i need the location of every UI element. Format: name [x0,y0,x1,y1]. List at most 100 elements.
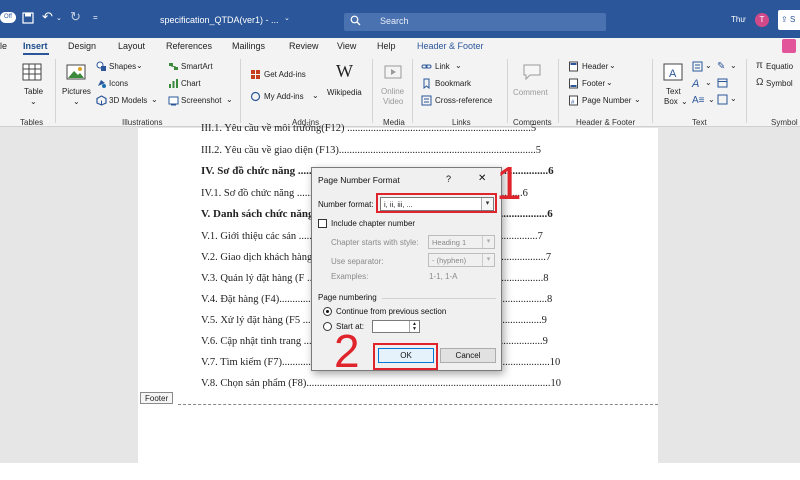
tab-mailings[interactable]: Mailings [232,41,265,51]
quick-parts-dropdown-icon: ⌄ [705,61,712,70]
my-addins-icon [250,91,261,104]
pictures-dropdown-icon: ⌄ [73,97,80,106]
group-divider [240,59,241,123]
svg-text:A: A [669,68,677,80]
comment-button[interactable]: Comment [513,88,548,97]
link-button[interactable]: Link [435,62,450,71]
tab-design[interactable]: Design [68,41,96,51]
customize-toolbar-icon[interactable]: = [93,13,98,22]
ribbon-tabs: le Insert Design Layout References Maili… [0,38,800,55]
object-icon[interactable] [717,94,728,107]
footer-separator [178,404,658,405]
separator-select[interactable]: - (hyphen) ▾ [428,253,495,267]
link-icon [421,61,432,74]
tab-layout[interactable]: Layout [118,41,145,51]
bookmark-button[interactable]: Bookmark [435,79,471,88]
text-box-button[interactable]: Text [666,87,681,96]
text-box-dropdown-icon: ⌄ [681,97,688,106]
table-button-label[interactable]: Table [24,87,43,96]
tab-file[interactable]: le [0,41,7,51]
chart-icon [168,78,179,91]
save-icon[interactable] [22,12,34,27]
page-number-button[interactable]: Page Number [582,96,631,105]
chart-button[interactable]: Chart [181,79,201,88]
3d-models-button[interactable]: 3D Models [109,96,147,105]
help-button[interactable]: ? [446,174,451,184]
examples-label: Examples: [331,272,369,281]
tab-help[interactable]: Help [377,41,396,51]
shapes-button[interactable]: Shapes [109,62,136,71]
include-chapter-label: Include chapter number [331,219,416,228]
drop-cap-icon[interactable]: A≡ [692,95,705,106]
tab-insert[interactable]: Insert [23,41,48,51]
pictures-button[interactable]: Pictures [62,87,91,96]
chapter-style-value: Heading 1 [432,238,467,247]
dialog-title: Page Number Format [318,175,400,185]
signature-line-icon[interactable]: ✎ [717,61,725,72]
separator-value: - (hyphen) [432,256,467,265]
undo-icon[interactable]: ↶ [42,9,53,25]
start-at-radio[interactable] [323,322,332,331]
my-addins-button[interactable]: My Add-ins [264,92,304,101]
redo-icon[interactable]: ↻ [70,9,81,25]
undo-dropdown-icon[interactable]: ⌄ [56,14,62,22]
tab-review[interactable]: Review [289,41,319,51]
share-icon: ⇪ [781,15,790,24]
share-button[interactable]: ⇪ S [778,10,800,30]
autosave-toggle[interactable]: Off [0,12,16,23]
wikipedia-icon[interactable]: W [336,61,353,82]
toc-entry[interactable]: III.1. Yêu cầu về môi trường(F12) ......… [201,123,627,134]
link-dropdown-icon: ⌄ [455,61,462,70]
tab-header-footer[interactable]: Header & Footer [417,41,484,51]
screenshot-button[interactable]: Screenshot [181,96,221,105]
wordart-icon[interactable]: A [692,78,699,90]
equation-icon: π [756,60,763,71]
start-at-stepper[interactable]: ▲ ▼ [372,320,420,333]
share-label: S [789,15,796,24]
online-video-button[interactable]: Online [381,87,404,96]
continue-radio[interactable] [323,307,332,316]
pictures-icon[interactable] [66,64,86,82]
header-button[interactable]: Header [582,62,608,71]
chapter-style-select[interactable]: Heading 1 ▾ [428,235,495,249]
shapes-icon [96,61,107,74]
avatar[interactable]: T [755,13,769,27]
cross-reference-icon [421,95,432,108]
close-icon[interactable]: ✕ [478,173,486,184]
toc-entry[interactable]: III.2. Yêu cầu về giao diện (F13).......… [201,145,627,156]
toc-entry[interactable]: V.8. Chọn sản phẩm (F8).................… [201,378,627,389]
equation-button[interactable]: Equatio [766,62,793,71]
text-box-button-line2: Box [664,97,678,106]
group-divider [372,59,373,123]
title-dropdown-icon[interactable]: ⌄ [284,14,290,22]
include-chapter-checkbox[interactable] [318,219,327,228]
cancel-button[interactable]: Cancel [440,348,496,363]
tab-references[interactable]: References [166,41,212,51]
footer-dropdown-icon: ⌄ [606,78,613,87]
table-icon[interactable] [22,63,42,83]
my-addins-dropdown-icon: ⌄ [312,91,319,100]
chapter-style-label: Chapter starts with style: [331,238,419,247]
wikipedia-button[interactable]: Wikipedia [327,88,362,97]
get-addins-button[interactable]: Get Add-ins [264,70,306,79]
object-dropdown-icon: ⌄ [730,94,737,103]
drop-cap-dropdown-icon: ⌄ [708,95,715,104]
stepper-down-icon[interactable]: ▼ [409,327,419,332]
footer-tag[interactable]: Footer [140,392,174,404]
footer-button[interactable]: Footer [582,79,605,88]
group-label-text: Text [692,118,707,127]
online-video-button-line2: Video [383,97,404,106]
group-divider [746,59,747,123]
icons-button[interactable]: Icons [109,79,128,88]
number-format-label: Number format: [318,200,374,209]
tab-view[interactable]: View [337,41,356,51]
share-icon[interactable] [782,39,796,53]
page-numbering-label: Page numbering [318,293,377,302]
smartart-button[interactable]: SmartArt [181,62,213,71]
quick-parts-icon[interactable] [692,61,703,74]
cross-reference-button[interactable]: Cross-reference [435,96,492,105]
symbol-button[interactable]: Symbol [766,79,793,88]
search-box[interactable]: Search [344,13,606,31]
get-addins-icon [250,69,261,82]
date-time-icon[interactable] [717,77,728,90]
